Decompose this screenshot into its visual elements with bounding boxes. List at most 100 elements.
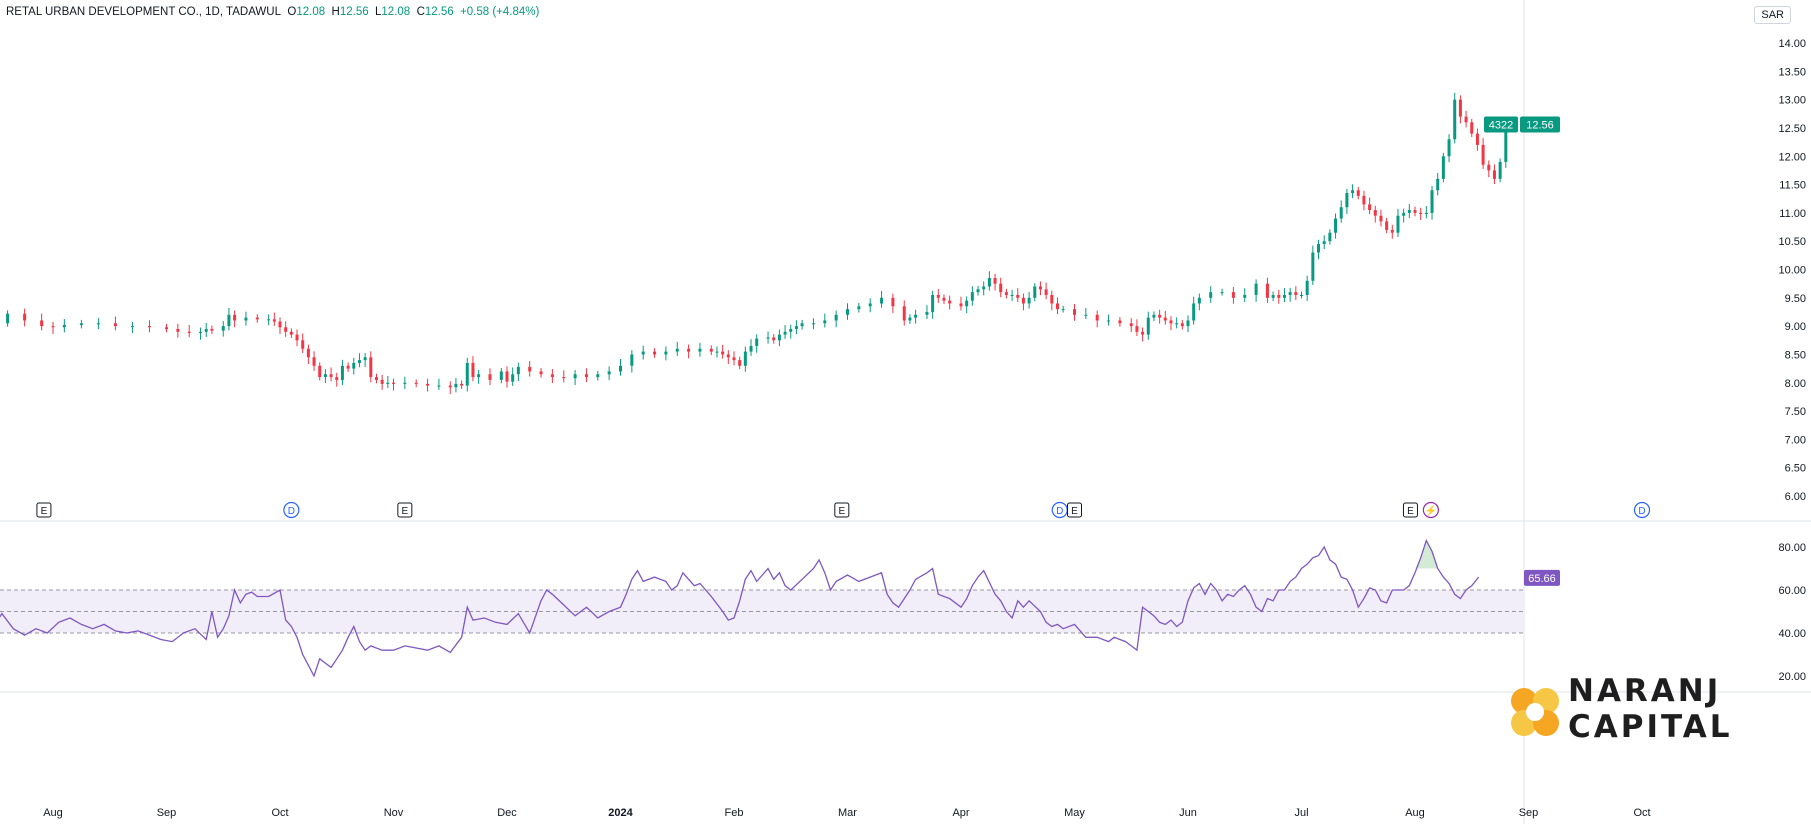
currency-selector[interactable]: SAR <box>1754 6 1791 24</box>
candle-body <box>1396 215 1400 233</box>
candle-body <box>204 328 208 332</box>
candle-body <box>1231 292 1235 298</box>
candle-body <box>1419 212 1423 215</box>
earnings-marker-label: E <box>402 506 409 517</box>
earnings-marker-label: E <box>1407 506 1414 517</box>
candle-body <box>891 297 895 307</box>
candle-body <box>1464 116 1468 123</box>
symbol-title: RETAL URBAN DEVELOPMENT CO., 1D, TADAWUL <box>6 6 281 18</box>
candle-body <box>641 351 645 355</box>
candle-body <box>709 348 713 352</box>
candle-body <box>278 321 282 328</box>
candle-body <box>630 354 634 366</box>
candle-body <box>823 320 827 324</box>
candle-body <box>1175 323 1179 325</box>
time-tick-label: Sep <box>1519 807 1539 819</box>
candle-body <box>948 300 952 304</box>
candle-body <box>306 348 310 358</box>
naranj-capital-logo: NARANJ CAPITAL <box>1510 672 1740 752</box>
candle-body <box>675 348 679 352</box>
candle-body <box>993 277 997 284</box>
price-tick-label: 7.50 <box>1785 406 1806 418</box>
candle-body <box>1368 204 1372 211</box>
price-tick-label: 7.00 <box>1785 434 1806 446</box>
candle-body <box>1010 294 1014 296</box>
dividend-marker-label: D <box>288 506 295 517</box>
candle-body <box>1345 193 1349 208</box>
candle-body <box>471 362 475 378</box>
candle-body <box>295 334 299 341</box>
price-tick-label: 6.00 <box>1785 491 1806 503</box>
candle-body <box>448 385 452 388</box>
candle-body <box>1084 314 1088 316</box>
candle-body <box>1402 212 1406 216</box>
candle-body <box>834 314 838 321</box>
price-tick-label: 8.50 <box>1785 349 1806 361</box>
candle-body <box>255 317 259 320</box>
candle-body <box>811 323 815 325</box>
candle-body <box>607 371 611 375</box>
candle-body <box>1317 244 1321 253</box>
candle-body <box>1305 280 1309 295</box>
candle-body <box>698 348 702 352</box>
candle-body <box>369 357 373 378</box>
close-value: 12.56 <box>424 6 454 18</box>
candle-body <box>766 337 770 339</box>
candle-body <box>426 383 430 386</box>
candle-body <box>403 382 407 384</box>
candle-body <box>1492 170 1496 179</box>
candle-body <box>130 326 134 328</box>
events-row: SEDEEDEE⚡D <box>36 501 1651 519</box>
candle-body <box>312 357 316 366</box>
candle-body <box>1407 210 1411 213</box>
candle-body <box>460 383 464 386</box>
candle-body <box>1311 252 1315 281</box>
rsi-tick-label: 80.00 <box>1778 542 1806 554</box>
candle-body <box>323 374 327 378</box>
price-tick-label: 9.50 <box>1785 293 1806 305</box>
candle-body <box>1458 99 1462 117</box>
time-tick-label: Dec <box>497 807 517 819</box>
price-tick-label: 11.50 <box>1779 180 1806 192</box>
candle-body <box>1271 294 1275 298</box>
candle-body <box>562 377 566 379</box>
candle-body <box>1288 292 1292 295</box>
candle-body <box>772 337 776 341</box>
candle-body <box>550 374 554 378</box>
candle-body <box>1265 283 1269 298</box>
candle-body <box>1339 207 1343 219</box>
time-tick-label: Apr <box>952 807 969 819</box>
candle-body <box>783 331 787 335</box>
candle-body <box>176 328 180 332</box>
candle-body <box>199 331 203 333</box>
candle-body <box>147 326 151 328</box>
time-tick-label: Mar <box>838 807 857 819</box>
time-tick-label: Oct <box>1633 807 1650 819</box>
candle-body <box>1390 229 1394 233</box>
price-tick-label: 6.50 <box>1785 463 1806 475</box>
candle-body <box>1152 314 1156 318</box>
candle-body <box>499 371 503 380</box>
candle-body <box>1021 297 1025 304</box>
candle-body <box>1027 297 1031 304</box>
candle-body <box>942 297 946 301</box>
candle-body <box>687 348 691 352</box>
candle-body <box>1453 99 1457 140</box>
candle-body <box>516 366 520 375</box>
candle-body <box>1033 286 1037 298</box>
candle-body <box>1277 294 1281 298</box>
candle-body <box>1095 314 1099 321</box>
candle-body <box>1385 221 1389 230</box>
candle-body <box>1004 292 1008 295</box>
candle-body <box>1073 309 1076 315</box>
candle-body <box>584 374 588 378</box>
candle-body <box>914 314 918 318</box>
candle-body <box>1163 317 1167 321</box>
time-tick-label: Oct <box>271 807 288 819</box>
candle-body <box>959 303 963 307</box>
candle-body <box>454 383 458 388</box>
candle-body <box>284 327 288 332</box>
candle-body <box>1362 195 1366 205</box>
candle-body <box>715 351 719 353</box>
candle-body <box>1294 292 1298 295</box>
